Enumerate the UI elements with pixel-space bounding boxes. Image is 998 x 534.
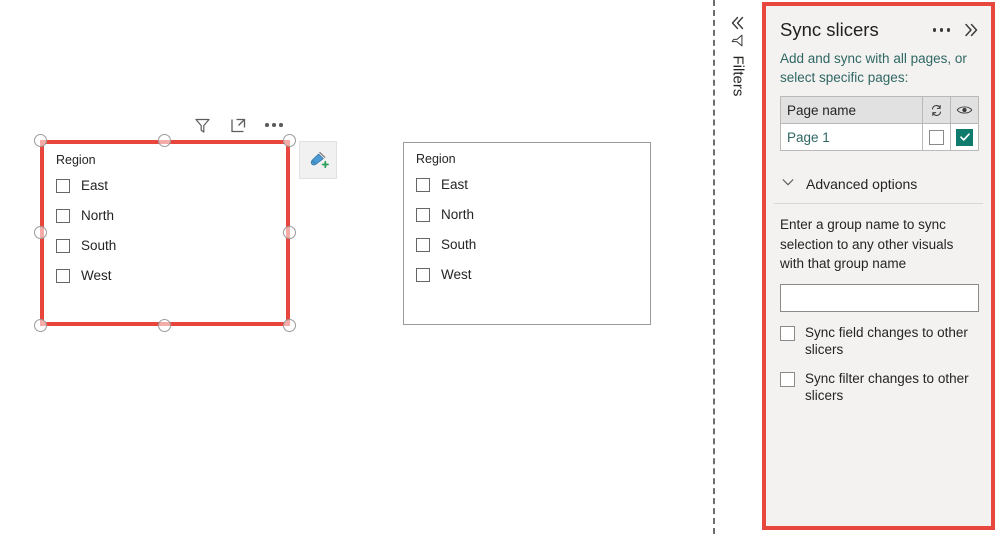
sync-field-changes-label: Sync field changes to other slicers [805, 324, 968, 357]
report-canvas[interactable]: Region East North South West Region East… [0, 0, 715, 534]
filters-rail-label-group[interactable]: Filters [730, 3, 747, 111]
filters-rail-label: Filters [729, 55, 747, 97]
sync-filter-changes-label: Sync filter changes to other slicers [805, 370, 969, 403]
table-header-row: Page name [780, 96, 979, 124]
slicer-item[interactable]: West [56, 261, 286, 291]
resize-handle-top-center[interactable] [158, 134, 171, 147]
slicer-checkbox[interactable] [416, 208, 430, 222]
funnel-icon [732, 34, 743, 47]
cell-visible-checkbox[interactable] [950, 123, 979, 151]
focus-mode-icon[interactable] [228, 115, 248, 135]
slicer-checkbox[interactable] [56, 179, 70, 193]
slicer-item-label: East [81, 178, 109, 193]
visible-checkbox-checked[interactable] [956, 128, 973, 146]
sync-filter-changes-row[interactable]: Sync filter changes to other slicers [766, 370, 991, 404]
sync-field-changes-checkbox[interactable] [780, 325, 795, 341]
more-options-dots [265, 115, 283, 135]
slicer-item-label: South [81, 238, 117, 253]
slicer-checkbox[interactable] [416, 178, 430, 192]
resize-handle-middle-right[interactable] [283, 226, 296, 239]
sync-panel-header: Sync slicers [766, 6, 991, 46]
panel-description: Add and sync with all pages, or select s… [780, 51, 967, 85]
filters-rail[interactable]: Filters [716, 0, 760, 534]
checkmark-icon [959, 133, 970, 141]
slicer-item[interactable]: South [56, 231, 286, 261]
slicer-checkbox[interactable] [56, 269, 70, 283]
cell-page-name: Page 1 [780, 123, 923, 151]
slicer-checkbox[interactable] [416, 268, 430, 282]
visual-header-toolbar [192, 115, 284, 135]
slicer-item[interactable]: East [56, 171, 286, 201]
slicer-visual[interactable]: Region East North South West [403, 142, 651, 325]
resize-handle-bottom-left[interactable] [34, 319, 47, 332]
slicer-visual-selected[interactable]: Region East North South West [40, 140, 290, 326]
resize-handle-middle-left[interactable] [34, 226, 47, 239]
eye-icon [951, 103, 978, 117]
sync-icon [923, 103, 950, 118]
advanced-options-label: Advanced options [806, 175, 918, 192]
slicer-title: Region [56, 153, 96, 167]
slicer-item[interactable]: West [416, 260, 650, 290]
group-name-input[interactable] [780, 283, 979, 312]
resize-handle-bottom-right[interactable] [283, 319, 296, 332]
sync-field-changes-row[interactable]: Sync field changes to other slicers [766, 324, 991, 358]
cell-sync-checkbox[interactable] [922, 123, 951, 151]
slicer-item[interactable]: East [416, 170, 650, 200]
sync-filter-changes-checkbox[interactable] [780, 371, 795, 387]
sync-checkbox[interactable] [929, 129, 944, 145]
resize-handle-bottom-center[interactable] [158, 319, 171, 332]
advanced-options-description: Enter a group name to sync selection to … [780, 217, 954, 271]
panel-title: Sync slicers [780, 19, 879, 40]
slicer-checkbox[interactable] [416, 238, 430, 252]
slicer-item[interactable]: North [416, 200, 650, 230]
column-header-sync[interactable] [922, 96, 951, 124]
format-painter-icon [310, 151, 329, 169]
slicer-item-label: West [81, 268, 112, 283]
filter-icon[interactable] [192, 115, 212, 135]
advanced-options-toggle[interactable]: Advanced options [766, 165, 991, 203]
pages-sync-table[interactable]: Page name Page 1 [780, 96, 979, 151]
slicer-item-label: South [441, 237, 477, 252]
resize-handle-top-left[interactable] [34, 134, 47, 147]
format-painter-button[interactable] [299, 141, 337, 179]
canvas-panel-divider [713, 0, 715, 534]
slicer-title: Region [416, 152, 456, 166]
chevron-double-right-icon[interactable] [961, 20, 981, 40]
sync-slicers-panel[interactable]: Sync slicers Add and sync with all pages… [762, 2, 995, 530]
more-options-icon[interactable] [932, 20, 950, 40]
column-header-page-name: Page name [780, 96, 923, 124]
chevron-down-icon [780, 174, 796, 195]
slicer-item[interactable]: South [416, 230, 650, 260]
slicer-checkbox[interactable] [56, 239, 70, 253]
slicer-item-label: West [441, 267, 472, 282]
slicer-item-label: North [441, 207, 475, 222]
resize-handle-top-right[interactable] [283, 134, 296, 147]
slicer-item-label: North [81, 208, 115, 223]
table-row[interactable]: Page 1 [780, 123, 979, 151]
slicer-item-label: East [441, 177, 469, 192]
slicer-item[interactable]: North [56, 201, 286, 231]
slicer-checkbox[interactable] [56, 209, 70, 223]
more-options-icon[interactable] [264, 115, 284, 135]
column-header-visible[interactable] [950, 96, 979, 124]
